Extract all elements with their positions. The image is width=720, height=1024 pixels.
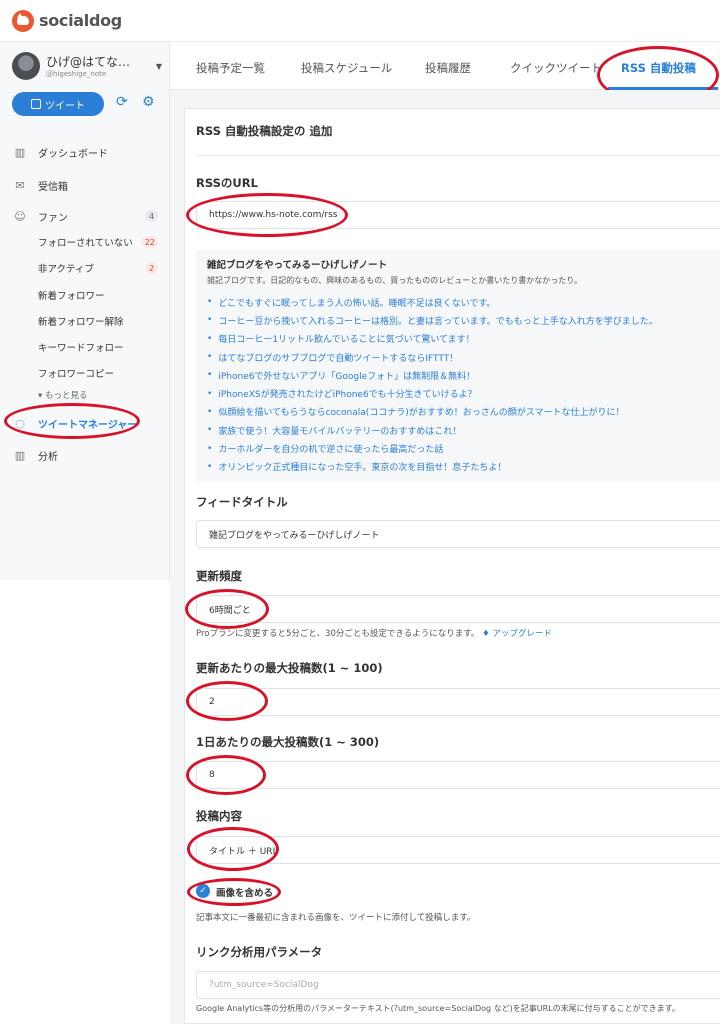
socialdog-logo-icon xyxy=(12,9,34,32)
max-per-day-label: 1日あたりの最大投稿数(1 ~ 300) xyxy=(196,735,380,749)
feed-item-link[interactable]: オリンピック正式種目になった空手。東京の次を目指せ！息子たちよ！ xyxy=(207,458,717,476)
feed-item-link[interactable]: カーホルダーを自分の机で逆さに使ったら最高だった話 xyxy=(207,439,717,457)
diamond-icon: ♦ xyxy=(482,629,490,639)
feed-title-input[interactable]: 雑記ブログをやってみるーひげしげノート xyxy=(196,520,720,548)
content-select[interactable]: タイトル ＋ URL xyxy=(196,836,720,864)
rss-url-value: https://www.hs-note.com/rss xyxy=(209,210,338,220)
divider xyxy=(196,155,720,156)
feed-item-link[interactable]: iPhoneXSが発売されたけどiPhone6でも十分生きていけるよ？ xyxy=(207,384,717,402)
avatar xyxy=(12,52,40,80)
include-image-checkbox[interactable]: ✓ xyxy=(196,884,210,898)
feed-title-value: 雑記ブログをやってみるーひげしげノート xyxy=(209,530,380,541)
bar-chart-icon: ▥ xyxy=(14,145,26,159)
sidebar-item-label: 分析 xyxy=(38,451,58,463)
tab-quick-tweet[interactable]: クイックツイート xyxy=(510,60,602,76)
main-panel xyxy=(170,90,720,1024)
tab-history[interactable]: 投稿履歴 xyxy=(425,60,471,76)
sidebar-subitem-label: 新着フォロワー xyxy=(38,291,105,302)
bar-chart-icon: ▥ xyxy=(14,448,26,462)
account-handle: @higeshige_note xyxy=(46,70,107,78)
count-badge: 22 xyxy=(141,236,158,248)
sidebar-item-tweet-manager[interactable]: ◌ ツイートマネージャー xyxy=(12,413,158,433)
sidebar-subitem-keyword-follow[interactable]: キーワードフォロー xyxy=(38,338,158,356)
tweet-button[interactable]: ツイート xyxy=(12,92,104,116)
top-bar: socialdog xyxy=(0,0,720,42)
tab-schedule[interactable]: 投稿スケジュール xyxy=(301,60,392,76)
sync-icon[interactable]: ⟳ xyxy=(116,95,130,109)
sidebar-item-label: ファン xyxy=(38,212,68,224)
caret-down-icon: ▾ xyxy=(38,391,43,401)
sidebar-subitem-follower-copy[interactable]: フォロワーコピー xyxy=(38,364,158,382)
feed-title-label: フィードタイトル xyxy=(196,495,288,509)
feed-item-link[interactable]: 似顔絵を描いてもらうならcoconala(ココナラ)がおすすめ！おっさんの顔がス… xyxy=(207,403,717,421)
sidebar-subitem-new-followers[interactable]: 新着フォロワー xyxy=(38,286,158,304)
sidebar-subitem-not-following-back[interactable]: フォローされていない 22 xyxy=(38,233,158,251)
count-badge: 2 xyxy=(145,262,158,274)
sidebar-item-label: ダッシュボード xyxy=(38,148,108,160)
max-per-update-label: 更新あたりの最大投稿数(1 ~ 100) xyxy=(196,661,383,675)
section-title: RSS 自動投稿設定の 追加 xyxy=(196,124,333,138)
compose-icon xyxy=(31,99,41,109)
more-link-label: もっと見る xyxy=(44,391,88,401)
feed-item-link[interactable]: iPhone6で外せないアプリ「Googleフォト」は無制限＆無料！ xyxy=(207,366,717,384)
sidebar-subitem-label: フォローされていない xyxy=(38,238,133,249)
sidebar-subitem-label: フォロワーコピー xyxy=(38,369,115,380)
rss-url-input[interactable]: https://www.hs-note.com/rss xyxy=(196,201,720,229)
tweet-button-label: ツイート xyxy=(45,100,85,112)
frequency-help-text: Proプランに変更すると5分ごと、30分ごとも設定できるようになります。 ♦ ア… xyxy=(196,627,552,639)
tab-bar: 投稿予定一覧 投稿スケジュール 投稿履歴 クイックツイート RSS 自動投稿 xyxy=(170,42,720,90)
frequency-help: Proプランに変更すると5分ごと、30分ごとも設定できるようになります。 xyxy=(196,629,480,639)
sidebar-subitem-label: 非アクティブ xyxy=(38,264,94,275)
frequency-label: 更新頻度 xyxy=(196,569,242,583)
fans-count-badge: 4 xyxy=(145,210,158,222)
sidebar: ひげ@はてな… @higeshige_note ▼ ツイート ⟳ ⚙ ▥ ダッシ… xyxy=(0,42,170,580)
app-logo-text[interactable]: socialdog xyxy=(39,11,122,30)
tab-rss-auto-post[interactable]: RSS 自動投稿 xyxy=(621,60,696,76)
feed-item-link[interactable]: コーヒー豆から挽いて入れるコーヒーは格別。と妻は言っています。でももっと上手な入… xyxy=(207,311,717,329)
gear-icon[interactable]: ⚙ xyxy=(142,95,156,109)
include-image-help: 記事本文に一番最初に含まれる画像を、ツイートに添付して投稿します。 xyxy=(196,913,476,923)
link-param-help: Google Analytics等の分析用のパラメーターテキスト(?utm_so… xyxy=(196,1004,680,1013)
feed-item-link[interactable]: どこでもすぐに眠ってしまう人の怖い話。睡眠不足は良くないです。 xyxy=(207,293,717,311)
sidebar-subitem-new-unfollowers[interactable]: 新着フォロワー解除 xyxy=(38,312,158,330)
account-name: ひげ@はてな… xyxy=(46,55,131,69)
max-per-update-value: 2 xyxy=(209,697,215,707)
sidebar-item-inbox[interactable]: ✉ 受信箱 xyxy=(12,175,158,195)
link-param-placeholder: ?utm_source=SocialDog xyxy=(209,980,319,990)
sidebar-subitem-label: 新着フォロワー解除 xyxy=(38,317,124,328)
rss-url-label: RSSのURL xyxy=(196,176,258,190)
caret-down-icon[interactable]: ▼ xyxy=(156,62,162,71)
sidebar-item-fans[interactable]: ☺ ファン 4 xyxy=(12,206,158,226)
feed-preview-description: 雑記ブログです。日記的なもの、興味のあるもの、買ったもののレビューとか書いたり書… xyxy=(207,276,583,285)
more-link[interactable]: ▾ もっと見る xyxy=(38,389,88,401)
include-image-label[interactable]: 画像を含める xyxy=(216,885,273,899)
content-label: 投稿内容 xyxy=(196,809,242,823)
feed-item-link[interactable]: 毎日コーヒー1リットル飲んでいることに気づいて驚いてます！ xyxy=(207,330,717,348)
link-param-input[interactable]: ?utm_source=SocialDog xyxy=(196,971,720,999)
feed-item-link[interactable]: 家族で使う！大容量モバイルバッテリーのおすすめはこれ！ xyxy=(207,421,717,439)
frequency-value: 6時間ごと xyxy=(209,605,251,616)
feed-item-link[interactable]: はてなブログのサブブログで自動ツイートするならIFTTT！ xyxy=(207,348,717,366)
frequency-select[interactable]: 6時間ごと xyxy=(196,595,720,623)
max-per-update-input[interactable]: 2 xyxy=(196,688,720,716)
tab-scheduled-list[interactable]: 投稿予定一覧 xyxy=(196,60,265,76)
sidebar-subitem-label: キーワードフォロー xyxy=(38,343,124,354)
upgrade-link[interactable]: アップグレード xyxy=(492,629,552,639)
max-per-day-input[interactable]: 8 xyxy=(196,761,720,789)
feed-item-list: どこでもすぐに眠ってしまう人の怖い話。睡眠不足は良くないです。 コーヒー豆から挽… xyxy=(207,293,717,476)
link-param-label: リンク分析用パラメータ xyxy=(196,945,323,959)
max-per-day-value: 8 xyxy=(209,770,215,780)
feed-preview-title: 雑記ブログをやってみるーひげしげノート xyxy=(207,260,388,271)
inbox-icon: ✉ xyxy=(15,178,25,192)
content-value: タイトル ＋ URL xyxy=(209,846,278,857)
sidebar-item-dashboard[interactable]: ▥ ダッシュボード xyxy=(12,142,158,162)
speech-bubble-icon: ◌ xyxy=(15,416,25,430)
sidebar-item-label: 受信箱 xyxy=(38,181,68,193)
sidebar-item-label: ツイートマネージャー xyxy=(38,419,138,431)
sidebar-item-analytics[interactable]: ▥ 分析 xyxy=(12,445,158,465)
sidebar-subitem-inactive[interactable]: 非アクティブ 2 xyxy=(38,259,158,277)
account-switcher[interactable]: ひげ@はてな… @higeshige_note ▼ xyxy=(12,52,162,88)
users-icon: ☺ xyxy=(14,209,26,223)
